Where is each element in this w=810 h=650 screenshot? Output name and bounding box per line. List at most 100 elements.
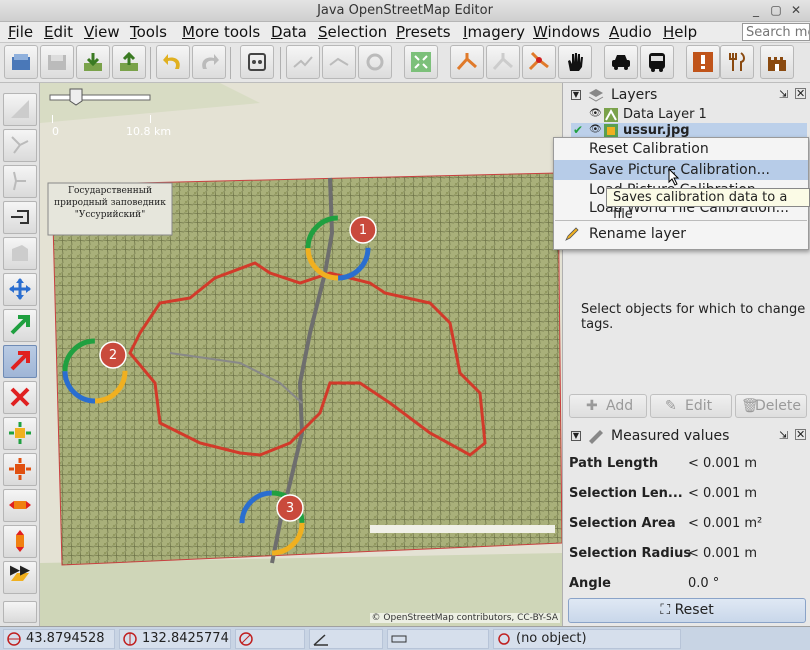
dock-icon[interactable]: ⇲ (779, 429, 788, 442)
latitude-icon (7, 632, 21, 646)
combine-way-button[interactable] (322, 45, 356, 79)
delete-tool[interactable] (3, 381, 37, 414)
preferences-button[interactable] (240, 45, 274, 79)
castle-preset-button[interactable] (760, 45, 794, 79)
split-way-button[interactable] (286, 45, 320, 79)
draw-area-tool[interactable] (3, 93, 37, 126)
layer-row-data[interactable]: 👁 Data Layer 1 (571, 107, 807, 123)
hand-pointer-icon (11, 210, 29, 224)
upload-button[interactable] (112, 45, 146, 79)
menu-windows[interactable]: Windows (533, 23, 600, 41)
collapse-icon[interactable]: ▼ (571, 431, 581, 441)
download-button[interactable] (76, 45, 110, 79)
layers-header: ▼ Layers ⇲ ✕ (567, 86, 807, 106)
grab-tool[interactable] (3, 201, 37, 234)
add-label: Add (606, 398, 634, 414)
undo-button[interactable] (156, 45, 190, 79)
select-nodes-icon (11, 136, 29, 154)
stretch-horizontal-tool[interactable] (3, 489, 37, 522)
menu-presets[interactable]: Presets (396, 23, 451, 41)
active-check-icon: ✔ (573, 123, 584, 137)
reset-button[interactable]: ⛶ Reset (568, 598, 806, 623)
edit-tag-button[interactable]: ✎ Edit (650, 394, 732, 418)
panel-close-icon[interactable]: ✕ (795, 429, 806, 440)
stretch-vertical-tool[interactable] (3, 525, 37, 558)
zoom-slider-handle[interactable] (69, 88, 83, 106)
edit-label: Edit (685, 398, 713, 414)
layer-name: ussur.jpg (623, 123, 690, 138)
way-tool[interactable] (3, 165, 37, 198)
align-way-button[interactable] (486, 45, 520, 79)
restaurant-preset-button[interactable] (720, 45, 754, 79)
bus-icon (649, 53, 665, 72)
zoom-to-data-button[interactable] (404, 45, 438, 79)
select-tool[interactable] (3, 129, 37, 162)
map-view[interactable]: 0 10.8 km Государственный природный запо… (40, 83, 562, 626)
menu-reset-calibration[interactable]: Reset Calibration (554, 139, 808, 159)
measured-value: < 0.001 m (688, 456, 758, 471)
menu-selection[interactable]: Selection (318, 23, 387, 41)
reverse-way-button[interactable] (358, 45, 392, 79)
maximize-button[interactable]: ▢ (768, 2, 784, 18)
plus-icon: ✚ (586, 398, 598, 414)
save-button[interactable] (40, 45, 74, 79)
menu-audio[interactable]: Audio (609, 23, 652, 41)
tool-palette: ▶▶ (0, 83, 40, 626)
menu-rename-layer[interactable]: Rename layer (554, 224, 808, 244)
collapse-icon[interactable]: ▼ (571, 90, 581, 100)
search-input[interactable] (742, 23, 810, 41)
combine-way-icon (329, 57, 349, 66)
data-layer-icon (604, 108, 618, 122)
car-preset-button[interactable] (604, 45, 638, 79)
menu-help[interactable]: Help (663, 23, 697, 41)
delete-tag-button[interactable]: 🗑 Delete (735, 394, 807, 418)
eye-icon[interactable]: 👁 (589, 124, 602, 135)
menu-more-tools[interactable]: More tools (182, 23, 260, 41)
green-arrow-icon (10, 315, 30, 335)
validation-button[interactable] (686, 45, 720, 79)
menu-save-picture-calibration[interactable]: Save Picture Calibration... (554, 160, 808, 180)
menu-data[interactable]: Data (271, 23, 307, 41)
compass-icon (239, 632, 253, 646)
hand-icon (568, 53, 583, 71)
menu-edit[interactable]: Edit (44, 23, 73, 41)
menu-file[interactable]: File (8, 23, 33, 41)
menu-view[interactable]: View (84, 23, 120, 41)
rename-layer-label: Rename layer (589, 226, 686, 242)
pan-hand-button[interactable] (558, 45, 592, 79)
split-node-button[interactable] (522, 45, 556, 79)
more-tools-chevron-icon[interactable]: ▶▶ (10, 563, 30, 578)
align-way-icon (492, 53, 513, 71)
toolbar-separator (280, 47, 281, 79)
eye-icon[interactable]: 👁 (589, 108, 602, 119)
draw-green-arrow-tool[interactable] (3, 309, 37, 342)
collapse-palette-button[interactable] (3, 601, 37, 623)
car-icon (612, 55, 630, 70)
open-file-button[interactable] (4, 45, 38, 79)
distance-field (387, 629, 489, 649)
marker-1-number: 1 (358, 223, 368, 238)
menu-imagery[interactable]: Imagery (463, 23, 525, 41)
rotate-tool[interactable] (3, 453, 37, 486)
move-tool[interactable] (3, 273, 37, 306)
add-tag-button[interactable]: ✚ Add (569, 394, 647, 418)
longitude-value: 132.8425774 (142, 631, 229, 646)
draw-red-arrow-tool[interactable] (3, 345, 37, 378)
redo-button[interactable] (192, 45, 226, 79)
minimize-button[interactable]: _ (748, 2, 764, 18)
menu-tools[interactable]: Tools (130, 23, 167, 41)
bus-preset-button[interactable] (640, 45, 674, 79)
close-button[interactable]: ✕ (788, 2, 804, 18)
panel-close-icon[interactable]: ✕ (795, 88, 806, 99)
building-tool[interactable] (3, 237, 37, 270)
pencil-icon: ✎ (665, 398, 677, 414)
scale-bar (49, 94, 151, 101)
dock-icon[interactable]: ⇲ (779, 88, 788, 101)
main-toolbar (0, 43, 810, 83)
parallel-way-button[interactable] (450, 45, 484, 79)
map-attribution[interactable]: © OpenStreetMap contributors, CC-BY-SA (369, 613, 560, 623)
reset-label: Reset (674, 602, 714, 618)
scale-tool[interactable] (3, 417, 37, 450)
measured-value: < 0.001 m (688, 486, 758, 501)
angle-icon (313, 634, 328, 646)
